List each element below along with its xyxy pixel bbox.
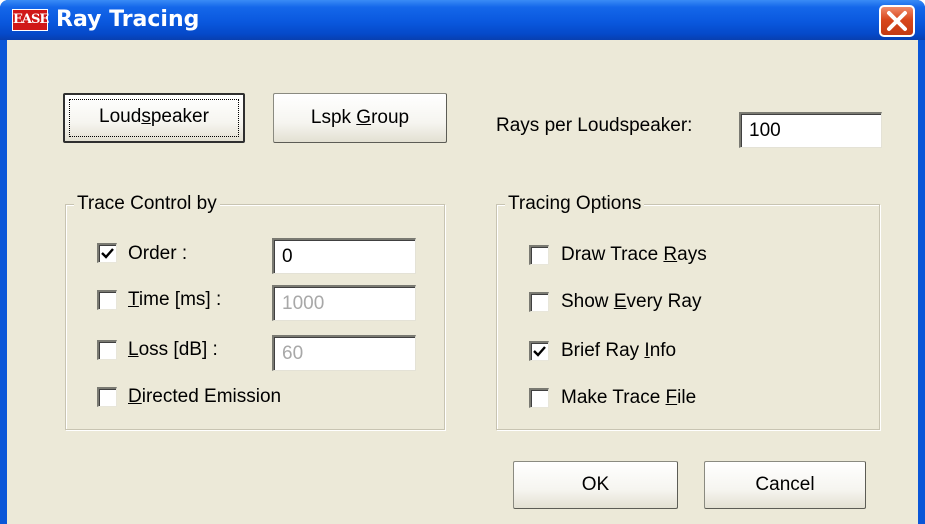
draw-trace-rays-label: Draw Trace Rays bbox=[561, 244, 707, 265]
loudspeaker-button[interactable]: Loudspeaker bbox=[63, 93, 245, 143]
show-every-ray-checkbox[interactable] bbox=[529, 292, 549, 312]
make-trace-file-label: Make Trace File bbox=[561, 387, 697, 408]
time-label: Time [ms] : bbox=[128, 289, 222, 310]
cancel-button[interactable]: Cancel bbox=[704, 461, 866, 509]
loss-input: 60 bbox=[272, 335, 416, 371]
rays-per-loudspeaker-input[interactable]: 100 bbox=[739, 112, 882, 148]
loss-label: Loss [dB] : bbox=[128, 339, 218, 360]
make-trace-file-checkbox[interactable] bbox=[529, 388, 549, 408]
loss-checkbox[interactable] bbox=[97, 340, 117, 360]
brief-ray-info-checkbox[interactable] bbox=[529, 341, 549, 361]
lspk-group-button-label: Lspk Group bbox=[310, 107, 410, 128]
ok-button-label: OK bbox=[581, 474, 610, 495]
order-label: Order : bbox=[128, 243, 188, 264]
dialog-window: EASE Ray Tracing Loudspeaker Lspk Group … bbox=[0, 0, 925, 524]
trace-control-group-title: Trace Control by bbox=[74, 193, 220, 215]
brief-ray-info-label: Brief Ray Info bbox=[561, 340, 677, 361]
directed-emission-checkbox[interactable] bbox=[97, 387, 117, 407]
draw-trace-rays-checkbox[interactable] bbox=[529, 245, 549, 265]
dialog-client-area: Loudspeaker Lspk Group Rays per Loudspea… bbox=[7, 40, 918, 524]
window-title: Ray Tracing bbox=[56, 7, 200, 32]
focus-rectangle bbox=[69, 99, 239, 137]
ok-button[interactable]: OK bbox=[513, 461, 678, 509]
ease-app-icon: EASE bbox=[12, 9, 49, 31]
show-every-ray-label: Show Every Ray bbox=[561, 291, 702, 312]
time-input: 1000 bbox=[272, 285, 416, 321]
cancel-button-label: Cancel bbox=[755, 474, 815, 495]
lspk-group-button[interactable]: Lspk Group bbox=[273, 93, 447, 143]
close-x-icon bbox=[887, 11, 907, 31]
order-checkbox[interactable] bbox=[97, 243, 117, 263]
checkmark-icon bbox=[101, 248, 114, 259]
checkmark-icon bbox=[533, 346, 546, 357]
rays-per-loudspeaker-label: Rays per Loudspeaker: bbox=[496, 115, 693, 136]
time-checkbox[interactable] bbox=[97, 290, 117, 310]
tracing-options-group-title: Tracing Options bbox=[505, 193, 645, 215]
order-input[interactable]: 0 bbox=[272, 238, 416, 274]
directed-emission-label: Directed Emission bbox=[128, 386, 282, 407]
close-button[interactable] bbox=[879, 5, 915, 37]
title-bar[interactable]: EASE Ray Tracing bbox=[0, 0, 925, 40]
